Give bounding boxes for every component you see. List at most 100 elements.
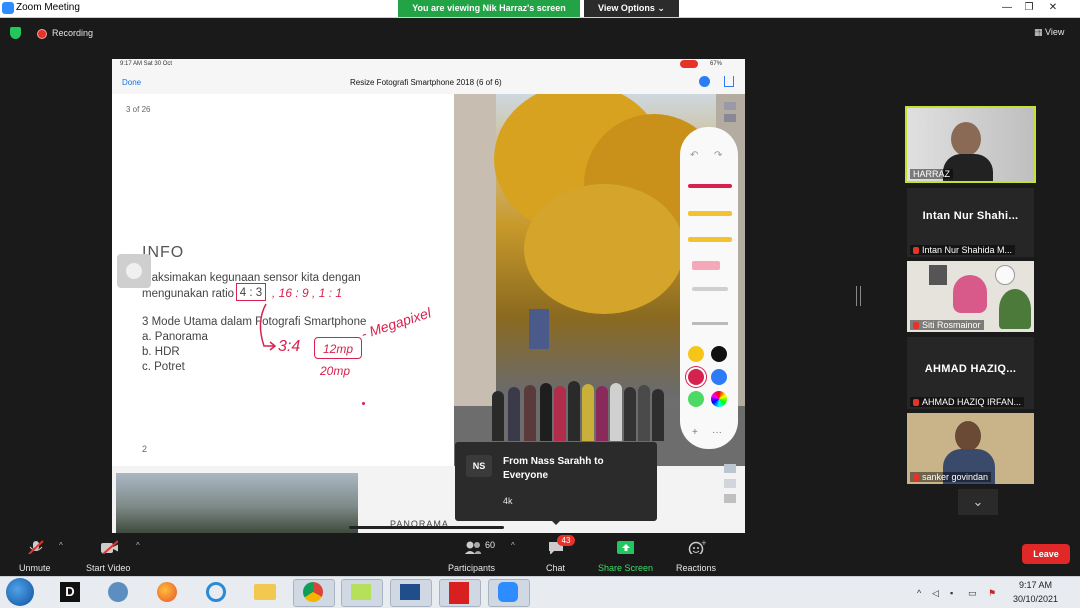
home-indicator <box>349 526 504 529</box>
clock-decor <box>995 265 1015 285</box>
red-pen-tool[interactable] <box>688 184 732 188</box>
sender-avatar: NS <box>466 455 492 477</box>
yellow-highlighter-tool[interactable] <box>688 211 732 216</box>
windows-start-icon[interactable] <box>6 578 34 606</box>
done-button[interactable]: Done <box>122 78 141 87</box>
taskbar-time[interactable]: 9:17 AM <box>1019 580 1052 590</box>
view-button[interactable]: ▦ View <box>1034 27 1064 38</box>
meeting-info-bar <box>0 18 1080 48</box>
markup-toolbox: ↶ ↷ + ··· <box>680 127 738 449</box>
ruler-tool[interactable] <box>692 322 728 325</box>
page-indicator: 3 of 26 <box>126 105 151 114</box>
participants-button[interactable]: Participants <box>448 563 495 573</box>
app-title: Zoom Meeting <box>16 2 80 13</box>
color-green-swatch[interactable] <box>688 391 704 407</box>
leave-button[interactable]: Leave <box>1022 544 1070 564</box>
redo-icon[interactable]: ↷ <box>714 150 722 161</box>
handwritten-20mp: 20mp <box>320 364 351 378</box>
participants-options-caret[interactable]: ^ <box>511 541 515 550</box>
chevron-down-icon: ⌄ <box>972 494 984 509</box>
chat-button[interactable]: Chat <box>546 563 565 573</box>
color-blue-swatch[interactable] <box>711 369 727 385</box>
view-options-label: View Options <box>598 3 655 13</box>
view-options-button[interactable]: View Options ⌄ <box>584 0 679 17</box>
internet-explorer-icon[interactable] <box>196 579 236 605</box>
slide-item-2: b. HDR <box>142 346 180 358</box>
slide-page: 3 of 26 INFO Maksimakan kegunaan sensor … <box>112 94 454 466</box>
sidebar-thumbnails[interactable] <box>724 102 737 124</box>
slide-item-1: a. Panorama <box>142 331 208 343</box>
file-explorer-icon[interactable] <box>245 579 285 605</box>
handwritten-12mp: 12mp <box>314 337 362 359</box>
participant-name: Siti Rosmainor <box>922 320 981 330</box>
scroll-participants-down-button[interactable]: ⌄ <box>958 489 998 515</box>
participant-tile-ahmad[interactable]: AHMAD HAZIQ... AHMAD HAZIQ IRFAN... <box>907 337 1034 409</box>
network-icon[interactable]: ▭ <box>968 588 977 599</box>
color-black-swatch[interactable] <box>711 346 727 362</box>
taskbar-app-d-icon[interactable]: D <box>50 579 90 605</box>
reactions-icon[interactable]: + <box>688 540 706 554</box>
participant-display-name: Intan Nur Shahi... <box>922 210 1019 222</box>
handwritten-megapixel: - Megapixel <box>359 304 433 342</box>
volume-icon[interactable]: ◁ <box>932 588 939 599</box>
zoom-taskbar-icon[interactable] <box>488 579 530 607</box>
share-screen-icon[interactable] <box>616 540 634 554</box>
participant-name: HARRAZ <box>910 169 954 179</box>
ipad-battery: 67% <box>710 61 723 67</box>
minimize-button[interactable]: — <box>997 1 1017 15</box>
participants-count: 60 <box>485 540 496 550</box>
tray-app-icon[interactable]: ▪ <box>950 588 953 598</box>
annotation-dot <box>362 402 365 405</box>
participant-tile-siti[interactable]: Siti Rosmainor <box>907 261 1034 332</box>
ratio-boxed: 4 : 3 <box>236 283 266 301</box>
chrome-icon[interactable] <box>293 579 335 607</box>
recording-label[interactable]: Recording <box>52 28 93 38</box>
chat-message: 4k <box>503 496 513 506</box>
taskbar-date[interactable]: 30/10/2021 <box>1013 594 1058 604</box>
page-thumbnails[interactable] <box>724 464 738 524</box>
shield-icon[interactable] <box>10 27 21 39</box>
add-icon[interactable]: + <box>692 427 698 438</box>
video-off-icon[interactable] <box>100 540 118 554</box>
mic-indicator-icon <box>680 60 698 68</box>
color-picker-icon[interactable] <box>711 391 727 407</box>
unmute-button[interactable]: Unmute <box>19 563 51 573</box>
close-button[interactable]: ✕ <box>1043 1 1063 15</box>
participant-tile-sanker[interactable]: sanker govindan <box>907 413 1034 484</box>
undo-icon[interactable]: ↶ <box>690 150 698 161</box>
participants-icon[interactable] <box>463 540 481 554</box>
taskbar-app-monitor-icon[interactable] <box>390 579 432 607</box>
share-screen-button[interactable]: Share Screen <box>598 563 653 573</box>
audio-options-caret[interactable]: ^ <box>59 541 63 550</box>
firefox-icon[interactable] <box>147 579 187 605</box>
video-options-caret[interactable]: ^ <box>136 541 140 550</box>
color-red-swatch[interactable] <box>688 369 704 385</box>
participant-tile-harraz[interactable]: HARRAZ <box>905 106 1036 183</box>
flag-alert-icon[interactable]: ⚑ <box>988 588 996 599</box>
taskbar-app-globe-icon[interactable] <box>98 579 138 605</box>
yellow-pencil-tool[interactable] <box>688 237 732 242</box>
start-video-button[interactable]: Start Video <box>86 563 130 573</box>
acrobat-icon[interactable] <box>439 579 481 607</box>
restore-button[interactable]: ❐ <box>1019 1 1039 15</box>
participant-tile-intan[interactable]: Intan Nur Shahi... Intan Nur Shahida M..… <box>907 188 1034 257</box>
grid-icon: ▦ <box>1034 27 1043 37</box>
muted-microphone-icon[interactable] <box>27 540 45 554</box>
participant-name: AHMAD HAZIQ IRFAN... <box>922 397 1022 407</box>
sticky-notes-icon[interactable] <box>341 579 383 607</box>
markup-pen-icon[interactable] <box>699 76 710 87</box>
participant-display-name: AHMAD HAZIQ... <box>924 363 1017 375</box>
reactions-button[interactable]: Reactions <box>676 563 716 573</box>
color-yellow-swatch[interactable] <box>688 346 704 362</box>
eraser-tool[interactable] <box>692 261 720 270</box>
participant-name: sanker govindan <box>922 472 989 482</box>
lasso-tool[interactable] <box>692 287 728 291</box>
panel-resize-handle[interactable] <box>856 286 861 306</box>
more-icon[interactable]: ··· <box>712 427 722 438</box>
mountain-thumbnail <box>116 473 358 533</box>
handwritten-ratio-3-4: 3:4 <box>278 338 301 355</box>
share-icon[interactable] <box>724 76 734 87</box>
tray-expand-icon[interactable]: ^ <box>917 588 921 598</box>
muted-mic-icon <box>913 399 919 407</box>
assistive-touch-button[interactable] <box>117 254 151 288</box>
